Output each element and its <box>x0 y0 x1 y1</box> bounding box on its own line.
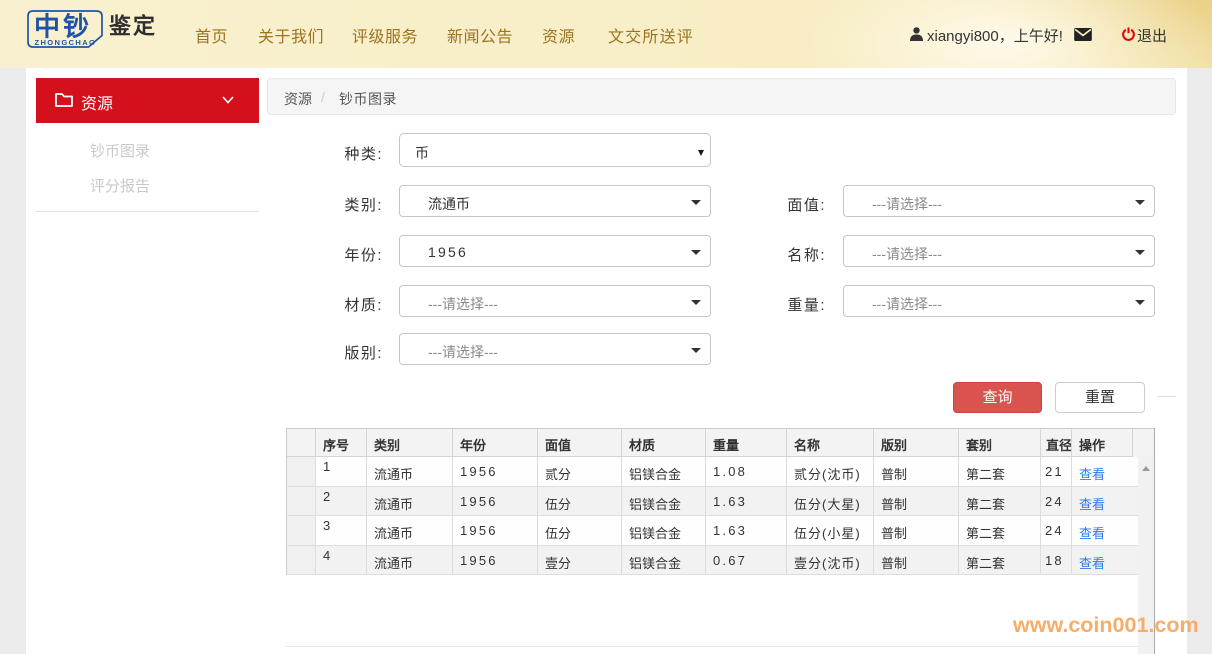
svg-text:鉴定: 鉴定 <box>108 14 157 39</box>
svg-text:ZHONGCHAO: ZHONGCHAO <box>35 38 97 47</box>
svg-text:中钞: 中钞 <box>34 12 92 42</box>
